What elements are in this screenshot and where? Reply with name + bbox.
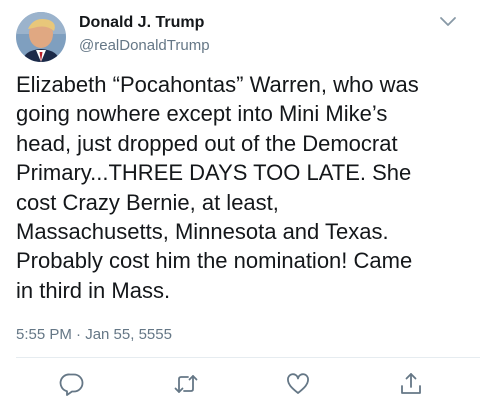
tweet-text-line: going nowhere except into Mini Mike’s <box>16 101 388 127</box>
tweet-text-line: in third in Mass. <box>16 277 171 303</box>
tweet-text-line: Probably cost him the nomination! Came <box>16 248 413 274</box>
tweet-text-line: Elizabeth “Pocahontas” Warren, who was <box>16 72 419 97</box>
author-display-name[interactable]: Donald J. Trump <box>79 14 204 32</box>
reply-button[interactable] <box>59 371 85 397</box>
avatar[interactable] <box>16 12 66 62</box>
tweet-text-line: head, just dropped out of the Democrat <box>16 130 398 156</box>
tweet-text-line: Massachusetts, Minnesota and Texas. <box>16 219 389 245</box>
heart-icon <box>287 373 309 394</box>
reply-icon <box>59 373 84 396</box>
like-button[interactable] <box>285 371 311 397</box>
chevron-down-icon[interactable] <box>438 14 458 30</box>
share-icon <box>401 373 421 394</box>
divider <box>16 357 480 358</box>
retweet-button[interactable] <box>173 371 199 397</box>
tweet-timestamp[interactable]: 5:55 PM · Jan 55, 5555 <box>16 326 172 343</box>
tweet-text: Elizabeth “Pocahontas” Warren, who was g… <box>16 70 472 305</box>
tweet-card: Donald J. Trump @realDonaldTrump Elizabe… <box>0 0 480 410</box>
author-handle[interactable]: @realDonaldTrump <box>79 37 210 54</box>
retweet-icon <box>174 375 198 393</box>
profile-photo-icon <box>16 12 66 62</box>
tweet-text-line: cost Crazy Bernie, at least, <box>16 189 279 215</box>
tweet-text-line: Primary...THREE DAYS TOO LATE. She <box>16 160 412 186</box>
share-button[interactable] <box>398 371 424 397</box>
